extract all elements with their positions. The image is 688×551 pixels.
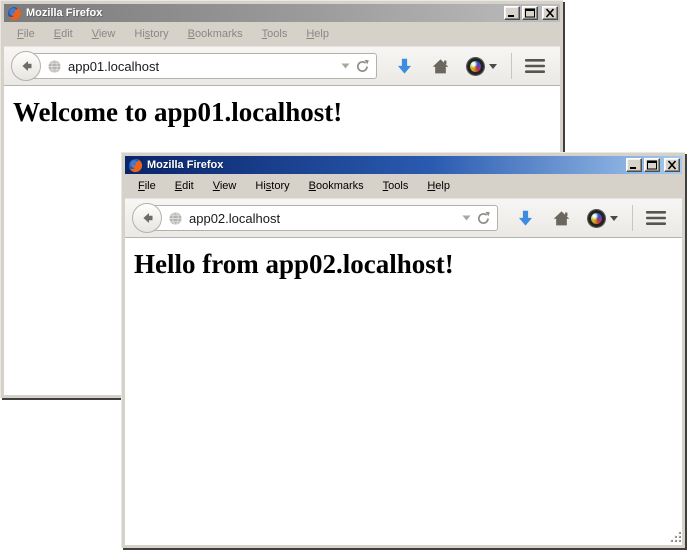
back-icon	[139, 210, 155, 226]
url-text[interactable]: app01.localhost	[68, 59, 337, 74]
reload-button[interactable]	[355, 59, 370, 74]
urlbar-dropdown-icon	[341, 63, 350, 69]
menu-item-file[interactable]: File	[130, 177, 164, 195]
page-heading: Welcome to app01.localhost!	[13, 97, 560, 128]
toolbar-separator	[632, 205, 633, 231]
menu-item-edit[interactable]: Edit	[167, 177, 202, 195]
home-button[interactable]	[431, 57, 450, 76]
firefox-icon	[128, 158, 143, 173]
maximize-icon	[646, 160, 658, 170]
home-icon	[552, 209, 571, 228]
hamburger-menu-button[interactable]	[645, 210, 667, 226]
menu-bar: FileEditViewHistoryBookmarksToolsHelp	[4, 22, 560, 46]
menu-bar: FileEditViewHistoryBookmarksToolsHelp	[125, 174, 682, 198]
back-button[interactable]	[132, 203, 162, 233]
urlbar-dropdown-icon	[462, 215, 471, 221]
back-icon	[18, 58, 34, 74]
reload-icon	[355, 59, 370, 74]
firefox-icon	[7, 6, 22, 21]
hamburger-menu-icon	[645, 210, 667, 226]
addon-lens-icon	[588, 210, 605, 227]
url-bar[interactable]: app02.localhost	[146, 205, 498, 231]
menu-item-view[interactable]: View	[84, 25, 124, 43]
maximize-button[interactable]	[522, 6, 538, 20]
url-text[interactable]: app02.localhost	[189, 211, 458, 226]
title-bar[interactable]: Mozilla Firefox	[4, 4, 560, 22]
urlbar-dropdown-button[interactable]	[462, 215, 471, 221]
downloads-button[interactable]	[395, 57, 414, 76]
menu-item-tools[interactable]: Tools	[254, 25, 296, 43]
menu-item-edit[interactable]: Edit	[46, 25, 81, 43]
minimize-button[interactable]	[504, 6, 520, 20]
menu-item-bookmarks[interactable]: Bookmarks	[301, 177, 372, 195]
title-bar[interactable]: Mozilla Firefox	[125, 156, 682, 174]
menu-item-help[interactable]: Help	[298, 25, 337, 43]
minimize-icon	[506, 8, 518, 18]
home-button[interactable]	[552, 209, 571, 228]
minimize-icon	[628, 160, 640, 170]
addon-button[interactable]	[467, 58, 497, 75]
minimize-button[interactable]	[626, 158, 642, 172]
globe-icon	[168, 211, 183, 226]
back-button[interactable]	[11, 51, 41, 81]
window-title: Mozilla Firefox	[26, 7, 504, 19]
menu-item-file[interactable]: File	[9, 25, 43, 43]
addon-lens-icon	[467, 58, 484, 75]
reload-icon	[476, 211, 491, 226]
addon-caret-icon	[489, 64, 497, 69]
downloads-button[interactable]	[516, 209, 535, 228]
globe-icon	[47, 59, 62, 74]
navigation-toolbar: app02.localhost	[125, 198, 682, 238]
page-content: Hello from app02.localhost!	[125, 238, 682, 545]
menu-item-help[interactable]: Help	[419, 177, 458, 195]
addon-button[interactable]	[588, 210, 618, 227]
navigation-toolbar: app01.localhost	[4, 46, 560, 86]
window-title: Mozilla Firefox	[147, 159, 626, 171]
home-icon	[431, 57, 450, 76]
close-button[interactable]	[542, 6, 558, 20]
toolbar-separator	[511, 53, 512, 79]
menu-item-view[interactable]: View	[205, 177, 245, 195]
maximize-icon	[524, 8, 536, 18]
addon-caret-icon	[610, 216, 618, 221]
hamburger-menu-icon	[524, 58, 546, 74]
url-bar[interactable]: app01.localhost	[25, 53, 377, 79]
reload-button[interactable]	[476, 211, 491, 226]
close-button[interactable]	[664, 158, 680, 172]
menu-item-tools[interactable]: Tools	[375, 177, 417, 195]
hamburger-menu-button[interactable]	[524, 58, 546, 74]
page-heading: Hello from app02.localhost!	[134, 249, 682, 280]
menu-item-bookmarks[interactable]: Bookmarks	[180, 25, 251, 43]
menu-item-history[interactable]: History	[247, 177, 297, 195]
urlbar-dropdown-button[interactable]	[341, 63, 350, 69]
browser-window-app02[interactable]: Mozilla Firefox FileEditViewHistoryBookm…	[121, 152, 685, 548]
close-icon	[544, 8, 556, 18]
download-icon	[395, 57, 414, 76]
menu-item-history[interactable]: History	[126, 25, 176, 43]
resize-grip[interactable]	[668, 531, 681, 544]
close-icon	[666, 160, 678, 170]
maximize-button[interactable]	[644, 158, 660, 172]
download-icon	[516, 209, 535, 228]
